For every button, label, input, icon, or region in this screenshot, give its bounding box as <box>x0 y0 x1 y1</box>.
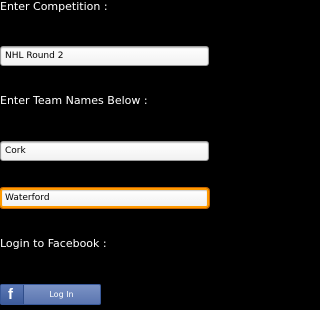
facebook-login-button[interactable]: f Log In <box>0 284 101 305</box>
team1-input-value: Cork <box>5 146 26 156</box>
competition-label: Enter Competition : <box>0 0 108 13</box>
facebook-login-button-label: Log In <box>49 290 74 299</box>
team2-input[interactable]: Waterford <box>0 188 209 208</box>
facebook-login-label: Login to Facebook : <box>0 237 107 250</box>
team-names-label: Enter Team Names Below : <box>0 94 148 107</box>
team1-input[interactable]: Cork <box>0 141 209 161</box>
competition-input[interactable]: NHL Round 2 <box>0 46 209 66</box>
facebook-f-icon: f <box>1 285 24 304</box>
team2-input-value: Waterford <box>5 193 50 203</box>
competition-input-value: NHL Round 2 <box>5 51 64 61</box>
facebook-logo-glyph: f <box>8 286 13 303</box>
